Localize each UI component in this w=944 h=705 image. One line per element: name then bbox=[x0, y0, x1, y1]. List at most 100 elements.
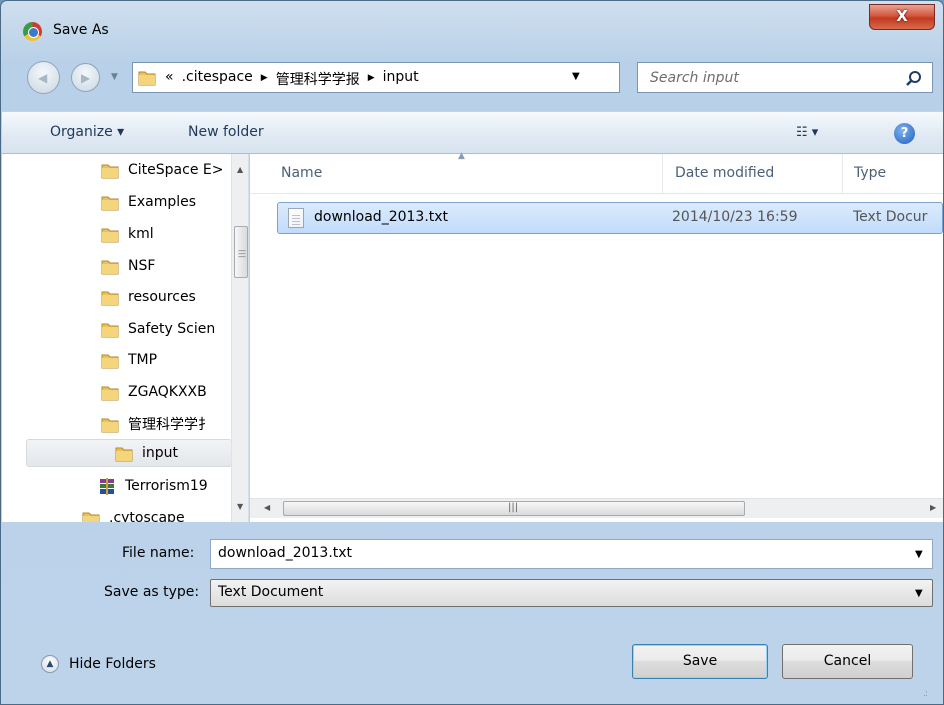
tree-item[interactable]: kml bbox=[101, 220, 154, 248]
sort-ascending-icon: ▲ bbox=[458, 151, 465, 161]
file-name-field[interactable]: download_2013.txt ▼ bbox=[210, 539, 933, 569]
tree-item-label: 管理科学学扌 bbox=[128, 417, 212, 433]
save-button[interactable]: Save bbox=[632, 644, 768, 679]
vertical-scrollbar[interactable]: ▲ — — — ▼ bbox=[231, 154, 248, 522]
folder-icon bbox=[101, 418, 119, 432]
file-name-value: download_2013.txt bbox=[218, 545, 353, 561]
tree-item-label: Safety Scien bbox=[128, 321, 216, 337]
tree-item-label: NSF bbox=[128, 258, 156, 274]
arrow-left-icon: ◀ bbox=[38, 71, 48, 85]
text-file-icon bbox=[288, 208, 304, 228]
file-name: download_2013.txt bbox=[314, 209, 449, 225]
tree-item[interactable]: Examples bbox=[101, 188, 196, 216]
search-input[interactable]: Search input bbox=[637, 62, 933, 93]
chevron-down-icon[interactable]: ▼ bbox=[915, 588, 923, 599]
column-header-type[interactable]: Type bbox=[854, 165, 886, 181]
tree-item[interactable]: ZGAQKXXB bbox=[101, 378, 207, 406]
grip-icon: ||| bbox=[508, 502, 519, 513]
new-folder-button[interactable]: New folder bbox=[188, 124, 264, 140]
scroll-up-icon[interactable]: ▲ bbox=[237, 165, 243, 174]
back-button[interactable]: ◀ bbox=[27, 61, 60, 94]
winrar-archive-icon bbox=[100, 477, 114, 495]
navigation-pane: CiteSpace E> Examples kml NSF resources … bbox=[2, 154, 249, 522]
column-divider[interactable] bbox=[662, 154, 663, 194]
title-bar: Save As X bbox=[1, 1, 943, 47]
close-button[interactable]: X bbox=[869, 4, 935, 30]
hide-folders-button[interactable]: ▲ Hide Folders bbox=[41, 655, 156, 673]
scroll-thumb[interactable]: — — — bbox=[234, 226, 248, 278]
file-name-label: File name: bbox=[122, 545, 195, 561]
tree-item[interactable]: resources bbox=[101, 283, 196, 311]
hide-folders-label: Hide Folders bbox=[69, 656, 156, 672]
save-as-type-select[interactable]: Text Document ▼ bbox=[210, 579, 933, 607]
tree-item[interactable]: Terrorism19 bbox=[98, 472, 208, 500]
folder-icon bbox=[101, 228, 119, 242]
recent-locations-chevron-icon[interactable]: ▼ bbox=[111, 72, 118, 82]
breadcrumb-item[interactable]: input bbox=[383, 69, 419, 89]
scroll-left-icon[interactable]: ◀ bbox=[264, 503, 270, 512]
organize-menu[interactable]: Organize ▾ bbox=[50, 124, 124, 140]
column-divider[interactable] bbox=[842, 154, 843, 194]
tree-item[interactable]: NSF bbox=[101, 252, 155, 280]
grip-icon: — — — bbox=[238, 246, 246, 261]
chrome-icon bbox=[23, 22, 42, 41]
horizontal-scrollbar[interactable]: ◀ ||| ▶ bbox=[250, 498, 943, 518]
scroll-right-icon[interactable]: ▶ bbox=[930, 503, 936, 512]
address-dropdown-icon[interactable]: ▼ bbox=[572, 71, 580, 82]
chevron-right-icon[interactable]: ▶ bbox=[261, 69, 268, 89]
folder-icon bbox=[101, 260, 119, 274]
address-bar[interactable]: « .citespace ▶ 管理科学学报 ▶ input ▼ ⇆ bbox=[132, 62, 743, 93]
cancel-button[interactable]: Cancel bbox=[782, 644, 913, 679]
tree-item-label: TMP bbox=[128, 352, 158, 368]
folder-icon bbox=[115, 447, 133, 461]
folder-icon bbox=[101, 196, 119, 210]
column-header-date[interactable]: Date modified bbox=[675, 165, 774, 181]
column-header-name[interactable]: Name bbox=[281, 165, 322, 181]
folder-icon bbox=[101, 354, 119, 368]
search-placeholder: Search input bbox=[650, 70, 739, 86]
tree-item[interactable]: Safety Scien bbox=[101, 315, 215, 343]
file-row[interactable]: download_2013.txt 2014/10/23 16:59 Text … bbox=[277, 202, 943, 234]
tree-item-label: CiteSpace E> bbox=[128, 162, 224, 178]
folder-icon bbox=[101, 291, 119, 305]
chevron-up-icon: ▲ bbox=[41, 655, 59, 673]
help-icon[interactable]: ? bbox=[894, 123, 915, 144]
breadcrumb-item[interactable]: 管理科学学报 bbox=[276, 69, 360, 89]
folder-icon bbox=[138, 71, 156, 86]
command-toolbar: Organize ▾ New folder ☷ ▾ ? bbox=[2, 111, 943, 154]
tree-item-label: input bbox=[142, 445, 179, 461]
forward-button[interactable]: ▶ bbox=[71, 63, 100, 92]
tree-item-selected[interactable]: input bbox=[26, 439, 232, 467]
save-as-type-label: Save as type: bbox=[104, 584, 200, 600]
folder-icon bbox=[101, 164, 119, 178]
column-header-row: ▲ Name Date modified Type bbox=[250, 151, 943, 194]
tree-item-label: Terrorism19 bbox=[125, 478, 208, 494]
tree-item[interactable]: .cytoscape bbox=[82, 504, 185, 522]
chevron-right-icon[interactable]: ▶ bbox=[368, 69, 375, 89]
arrow-right-icon: ▶ bbox=[81, 71, 91, 85]
tree-item-label: kml bbox=[128, 226, 154, 242]
folder-icon bbox=[82, 512, 100, 522]
chevron-down-icon[interactable]: ▼ bbox=[915, 549, 923, 560]
tree-item-label: resources bbox=[128, 289, 196, 305]
file-type: Text Docur bbox=[853, 209, 928, 225]
tree-item[interactable]: CiteSpace E> bbox=[101, 156, 223, 184]
tree-item-label: Examples bbox=[128, 194, 197, 210]
file-list-pane: ▲ Name Date modified Type download_2013.… bbox=[250, 151, 943, 522]
scroll-down-icon[interactable]: ▼ bbox=[237, 502, 243, 511]
tree-item-label: ZGAQKXXB bbox=[128, 384, 207, 400]
resize-grip-icon[interactable]: .: bbox=[923, 689, 928, 699]
tree-item[interactable]: TMP bbox=[101, 346, 157, 374]
breadcrumb-item[interactable]: .citespace bbox=[182, 69, 253, 89]
tree-item-label: .cytoscape bbox=[109, 510, 185, 522]
save-as-type-value: Text Document bbox=[218, 584, 324, 600]
breadcrumb: « .citespace ▶ 管理科学学报 ▶ input bbox=[165, 69, 419, 89]
scroll-thumb[interactable]: ||| bbox=[283, 501, 745, 516]
file-date: 2014/10/23 16:59 bbox=[672, 209, 798, 225]
search-icon[interactable] bbox=[904, 69, 924, 89]
view-menu-icon[interactable]: ☷ ▾ bbox=[796, 125, 836, 143]
breadcrumb-overflow[interactable]: « bbox=[165, 69, 174, 89]
window-title: Save As bbox=[53, 22, 109, 38]
tree-item[interactable]: 管理科学学扌 bbox=[101, 410, 212, 438]
folder-icon bbox=[101, 323, 119, 337]
